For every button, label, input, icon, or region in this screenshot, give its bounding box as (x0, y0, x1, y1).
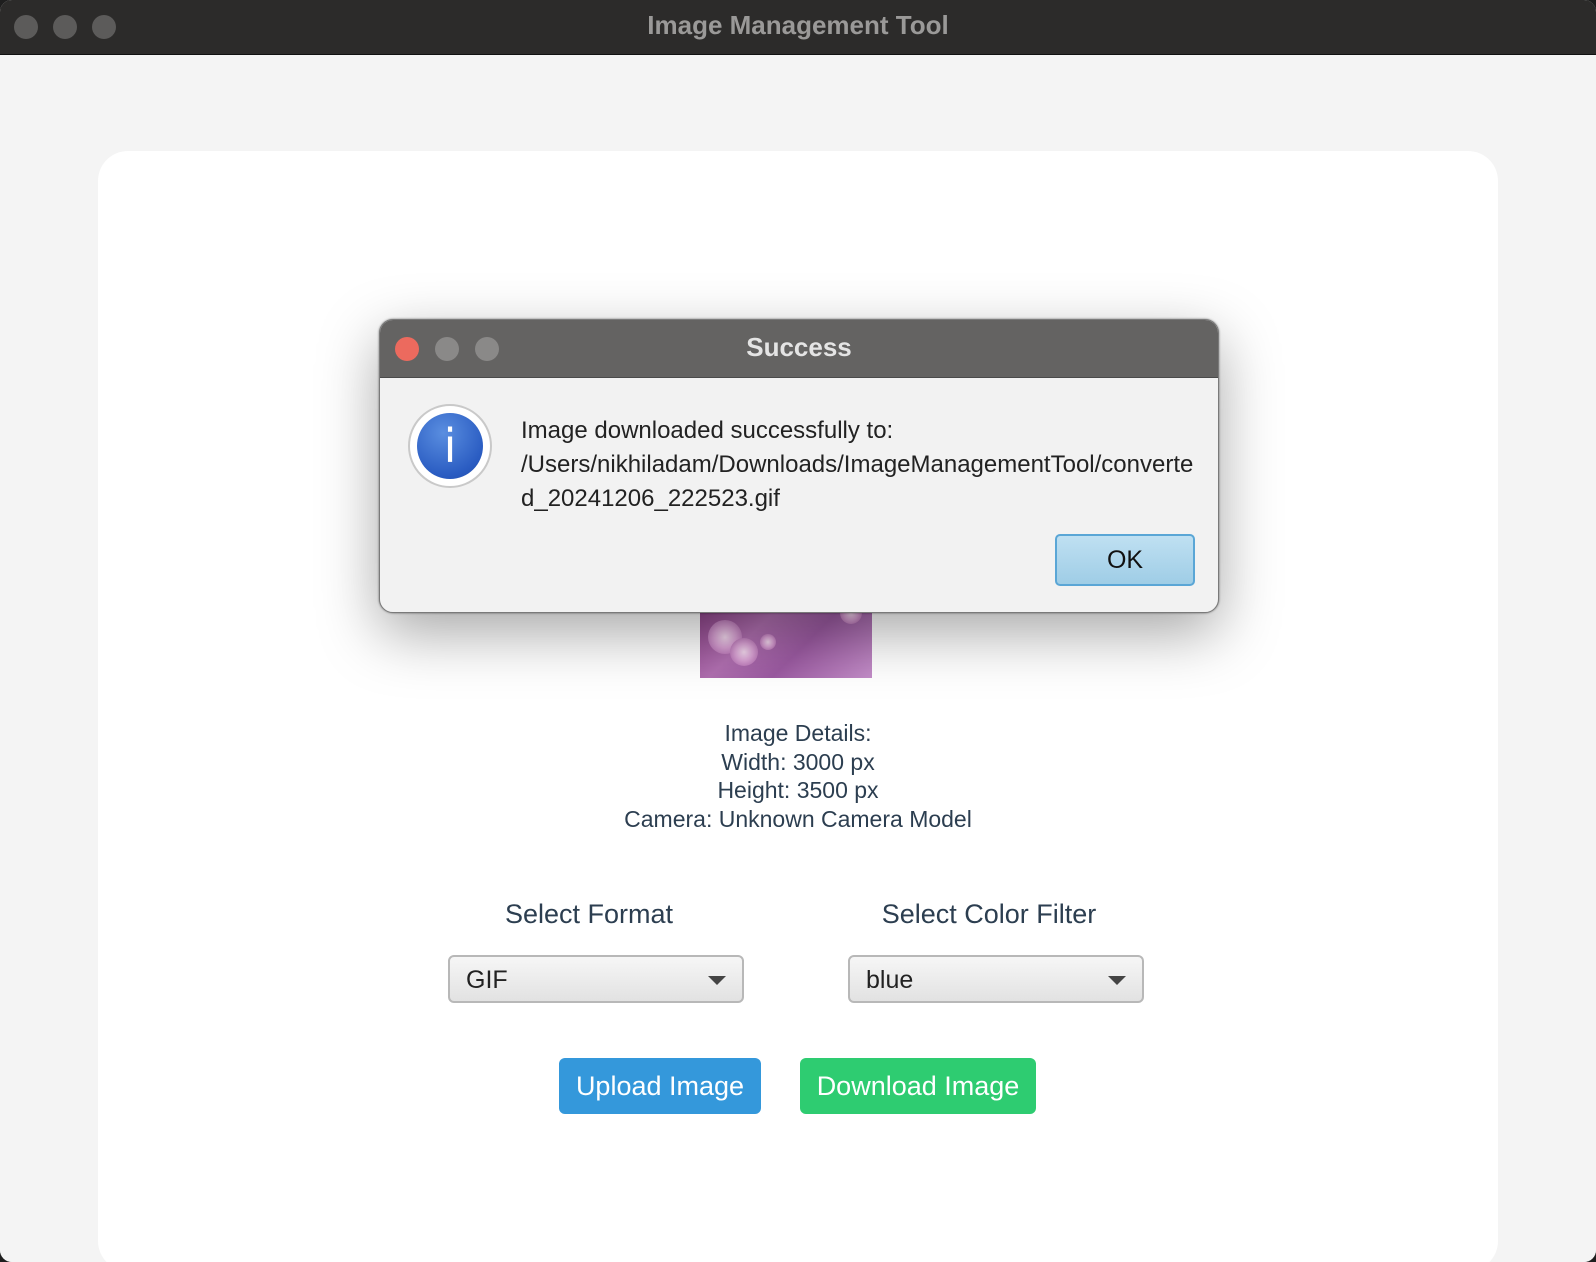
image-height: Height: 3500 px (717, 777, 879, 803)
preview-flower-decoration (760, 634, 776, 650)
image-details: Image Details: Width: 3000 px Height: 35… (98, 719, 1498, 833)
download-image-button[interactable]: Download Image (800, 1058, 1036, 1114)
dialog-message: Image downloaded successfully to: /Users… (521, 414, 1201, 516)
ok-button[interactable]: OK (1055, 534, 1195, 586)
dialog-message-line: Image downloaded successfully to: (521, 417, 894, 444)
format-select-value: GIF (466, 966, 508, 994)
color-filter-select[interactable]: blue (848, 955, 1144, 1003)
app-window: Image Management Tool Image Details: Wid… (0, 0, 1596, 1262)
main-content: Image Details: Width: 3000 px Height: 35… (0, 55, 1596, 1262)
dialog-title: Success (746, 332, 852, 362)
color-filter-select-value: blue (866, 966, 914, 994)
main-card: Image Details: Width: 3000 px Height: 35… (98, 151, 1498, 1262)
window-title: Image Management Tool (647, 10, 949, 40)
title-bar: Image Management Tool (0, 0, 1596, 55)
preview-flower-decoration (730, 638, 758, 666)
info-icon: i (408, 404, 492, 488)
info-icon-glyph: i (417, 413, 483, 479)
image-camera: Camera: Unknown Camera Model (624, 805, 972, 832)
chevron-down-icon (1108, 976, 1126, 985)
format-select[interactable]: GIF (448, 955, 744, 1003)
dialog-message-path: /Users/nikhiladam/Downloads/ImageManagem… (521, 451, 1194, 512)
upload-image-button[interactable]: Upload Image (559, 1058, 761, 1114)
image-width: Width: 3000 px (721, 748, 875, 775)
color-filter-label: Select Color Filter (881, 899, 1097, 929)
format-label: Select Format (504, 899, 674, 929)
image-details-heading: Image Details: (724, 720, 872, 746)
success-dialog: Success i Image downloaded successfully … (379, 319, 1219, 613)
dialog-title-bar: Success (380, 320, 1218, 378)
chevron-down-icon (708, 976, 726, 985)
